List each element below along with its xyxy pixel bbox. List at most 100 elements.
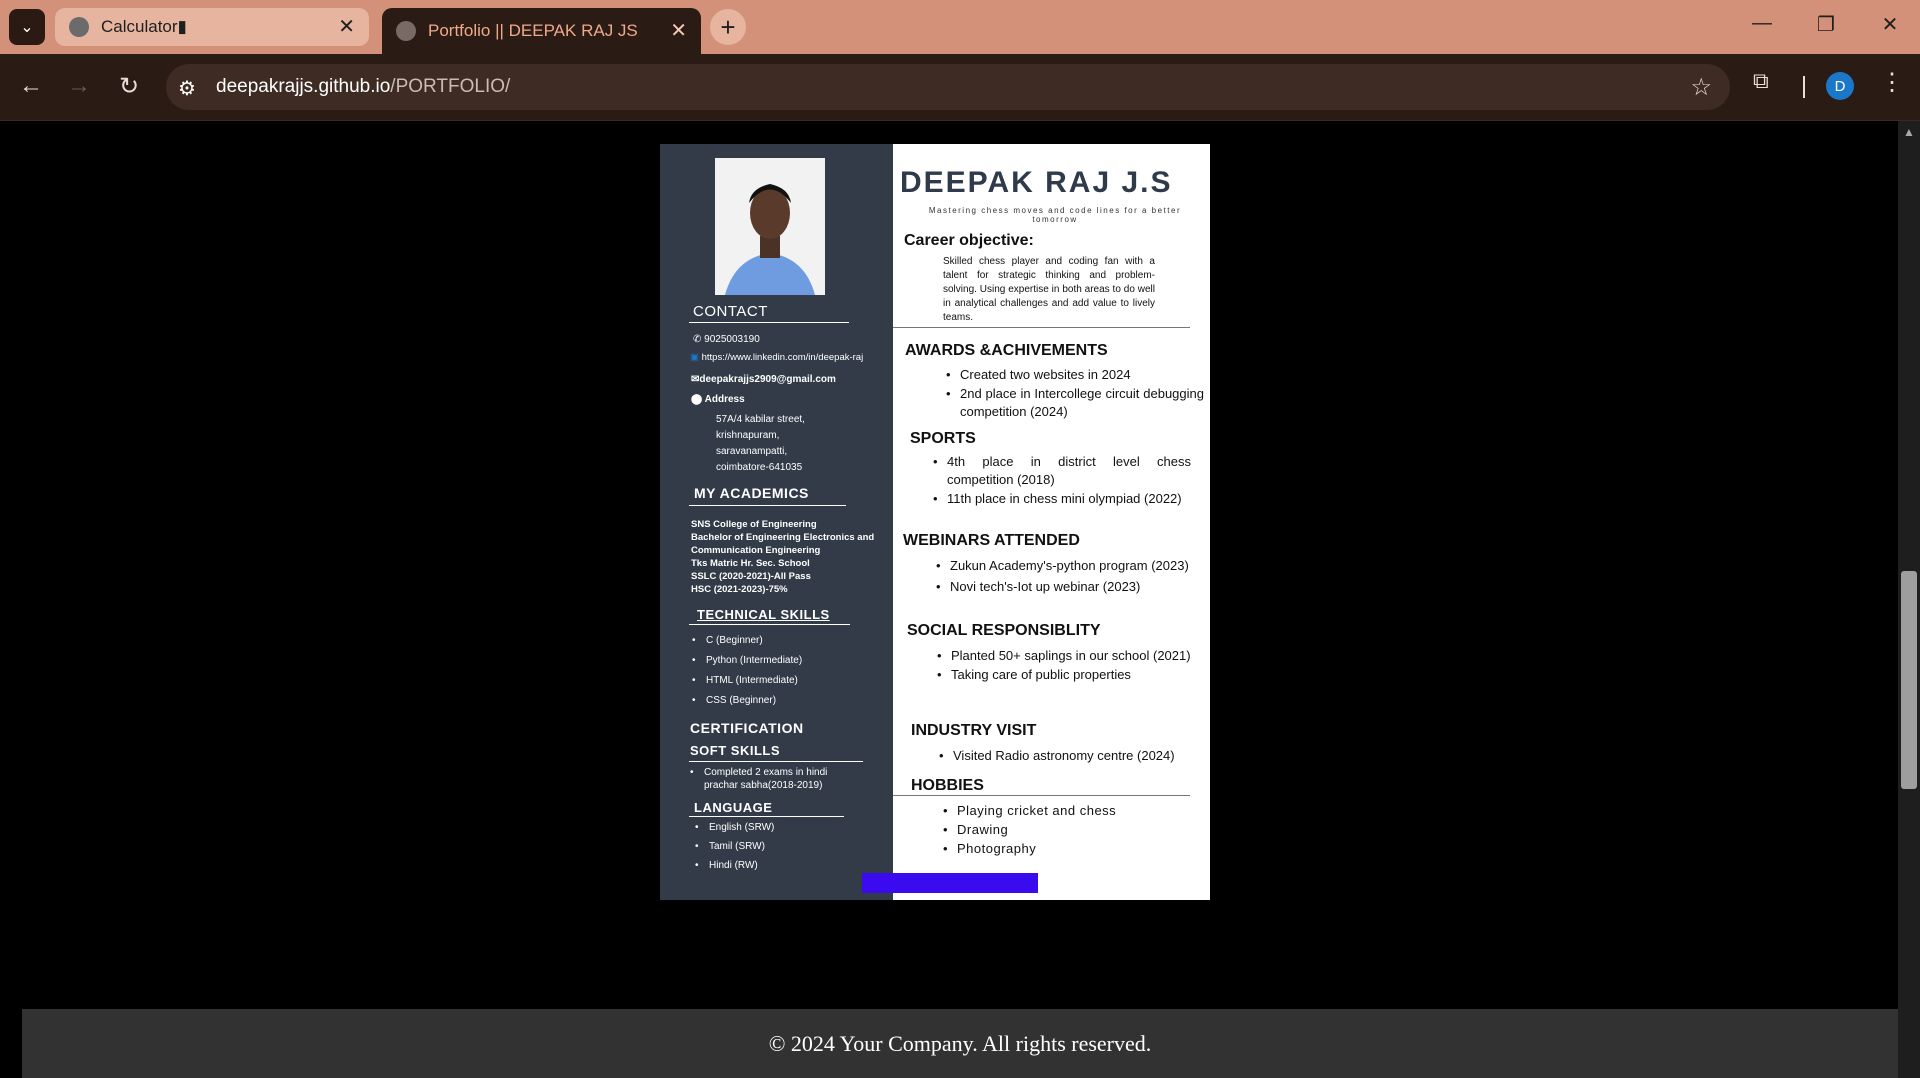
browser-toolbar: ← → ↻ ⚙ deepakrajjs.github.io/PORTFOLIO/… — [0, 54, 1920, 121]
close-window-button[interactable]: ✕ — [1870, 12, 1910, 37]
extensions-icon[interactable]: ⧉ — [1753, 68, 1769, 94]
academics-line: Bachelor of Engineering Electronics and — [691, 532, 875, 543]
page-footer: © 2024 Your Company. All rights reserved… — [22, 1009, 1898, 1078]
hobbies-heading: HOBBIES — [911, 777, 984, 794]
awards-list: Created two websites in 2024 2nd place i… — [946, 366, 1204, 422]
tab-portfolio[interactable]: Portfolio || DEEPAK RAJ JS ✕ — [382, 8, 701, 54]
list-item: Tamil (SRW) — [695, 841, 774, 860]
list-item: English (SRW) — [695, 822, 774, 841]
soft-skills-heading: SOFT SKILLS — [690, 743, 780, 758]
globe-icon — [396, 21, 416, 41]
divider — [689, 816, 844, 817]
academics-line: Tks Matric Hr. Sec. School — [691, 558, 810, 569]
bookmark-star-icon[interactable]: ☆ — [1690, 73, 1712, 102]
scrollbar-thumb[interactable] — [1901, 571, 1917, 789]
divider — [689, 505, 846, 506]
webinars-list: Zukun Academy's-python program (2023) No… — [936, 557, 1194, 597]
social-heading: SOCIAL RESPONSIBLITY — [907, 622, 1101, 639]
list-item: 4th place in district level chess compet… — [933, 453, 1191, 489]
globe-icon — [69, 17, 89, 37]
close-tab-icon[interactable]: ✕ — [338, 14, 355, 39]
address-line: coimbatore-641035 — [716, 462, 803, 473]
list-item: Drawing — [943, 821, 1183, 839]
forward-arrow-icon[interactable]: → — [64, 72, 94, 100]
vertical-scrollbar[interactable]: ▲ — [1898, 121, 1920, 1078]
list-item: CSS (Beginner) — [692, 695, 802, 715]
page-viewport: CONTACT ✆ 9025003190 ▣ https://www.linke… — [0, 121, 1898, 1078]
list-item: Hindi (RW) — [695, 860, 774, 879]
divider — [689, 624, 850, 625]
address-lines: 57A/4 kabilar street, krishnapuram, sara… — [716, 412, 805, 476]
resume-sidebar: CONTACT ✆ 9025003190 ▣ https://www.linke… — [660, 144, 893, 900]
tab-search-button[interactable]: ⌄ — [9, 9, 45, 45]
new-tab-button[interactable]: + — [710, 9, 746, 45]
certification-heading: CERTIFICATION — [690, 720, 804, 736]
awards-heading: AWARDS &ACHIVEMENTS — [905, 342, 1108, 359]
divider — [689, 761, 863, 762]
language-heading: LANGUAGE — [694, 800, 773, 815]
url-path: /PORTFOLIO/ — [390, 76, 511, 97]
more-menu-icon[interactable]: ⋮ — [1880, 68, 1904, 97]
location-pin-icon: ⬤ — [691, 394, 703, 405]
academics-heading: MY ACADEMICS — [694, 485, 809, 501]
divider — [893, 327, 1190, 328]
toolbar-divider — [1803, 76, 1805, 98]
site-info-icon[interactable]: ⚙ — [178, 76, 196, 101]
footer-copyright: © 2024 Your Company. All rights reserved… — [768, 1031, 1152, 1056]
back-arrow-icon[interactable]: ← — [16, 72, 46, 100]
list-item: 2nd place in Intercollege circuit debugg… — [946, 385, 1204, 421]
tab-title: Calculator▮ — [101, 17, 187, 36]
list-item: Zukun Academy's-python program (2023) — [936, 557, 1194, 575]
list-item: HTML (Intermediate) — [692, 675, 802, 695]
restore-button[interactable]: ❐ — [1806, 12, 1846, 37]
career-text: Skilled chess player and coding fan with… — [943, 256, 1155, 323]
list-item: Visited Radio astronomy centre (2024) — [939, 747, 1197, 765]
tab-strip: ⌄ Calculator▮ ✕ Portfolio || DEEPAK RAJ … — [0, 0, 1920, 54]
scroll-up-arrow-icon[interactable]: ▲ — [1903, 125, 1915, 139]
list-item: Python (Intermediate) — [692, 655, 802, 675]
linkedin-row: ▣ https://www.linkedin.com/in/deepak-raj — [690, 352, 863, 363]
address-bar[interactable]: ⚙ deepakrajjs.github.io/PORTFOLIO/ ☆ — [166, 64, 1730, 110]
address-label: Address — [704, 394, 745, 405]
resume-name: DEEPAK RAJ J.S — [900, 166, 1173, 199]
linkedin-url: https://www.linkedin.com/in/deepak-raj — [701, 352, 864, 363]
industry-heading: INDUSTRY VISIT — [911, 722, 1037, 739]
career-heading: Career objective: — [904, 232, 1034, 249]
academics-line: Communication Engineering — [691, 545, 821, 556]
chevron-down-icon: ⌄ — [20, 19, 34, 36]
phone-row: ✆ 9025003190 — [693, 334, 760, 345]
list-item: 11th place in chess mini olympiad (2022) — [933, 490, 1191, 508]
academics-list: SNS College of Engineering Bachelor of E… — [691, 518, 874, 596]
address-line: saravanampatti, — [716, 446, 788, 457]
url-text[interactable]: deepakrajjs.github.io/PORTFOLIO/ — [216, 76, 510, 98]
academics-line: HSC (2021-2023)-75% — [691, 584, 788, 595]
purple-button[interactable] — [862, 873, 1038, 893]
hobbies-list: Playing cricket and chess Drawing Photog… — [943, 802, 1183, 859]
sports-list: 4th place in district level chess compet… — [933, 453, 1191, 509]
profile-photo — [715, 158, 825, 295]
minimize-button[interactable]: — — [1742, 12, 1782, 35]
technical-skills-list: C (Beginner) Python (Intermediate) HTML … — [692, 635, 802, 715]
email-row: ✉deepakrajjs2909@gmail.com — [691, 374, 836, 385]
phone-number: 9025003190 — [704, 334, 760, 345]
profile-avatar[interactable]: D — [1826, 72, 1854, 100]
divider — [893, 795, 1190, 796]
address-line: 57A/4 kabilar street, — [716, 414, 805, 425]
resume-image: CONTACT ✆ 9025003190 ▣ https://www.linke… — [660, 144, 1210, 900]
tab-title: Portfolio || DEEPAK RAJ JS — [428, 21, 638, 40]
resume-tagline: Mastering chess moves and code lines for… — [928, 206, 1182, 224]
tab-calculator[interactable]: Calculator▮ ✕ — [55, 8, 369, 46]
reload-icon[interactable]: ↻ — [114, 72, 144, 101]
list-item: C (Beginner) — [692, 635, 802, 655]
close-tab-icon[interactable]: ✕ — [670, 18, 687, 43]
industry-list: Visited Radio astronomy centre (2024) — [939, 747, 1197, 766]
sports-heading: SPORTS — [910, 430, 976, 447]
linkedin-icon: ▣ — [690, 352, 699, 363]
email-address: deepakrajjs2909@gmail.com — [699, 374, 836, 385]
list-item: Photography — [943, 840, 1183, 858]
list-item: Completed 2 exams in hindi prachar sabha… — [690, 766, 840, 792]
academics-line: SNS College of Engineering — [691, 519, 817, 530]
address-line: krishnapuram, — [716, 430, 780, 441]
webinars-heading: WEBINARS ATTENDED — [903, 532, 1080, 549]
list-item: Planted 50+ saplings in our school (2021… — [937, 647, 1196, 665]
